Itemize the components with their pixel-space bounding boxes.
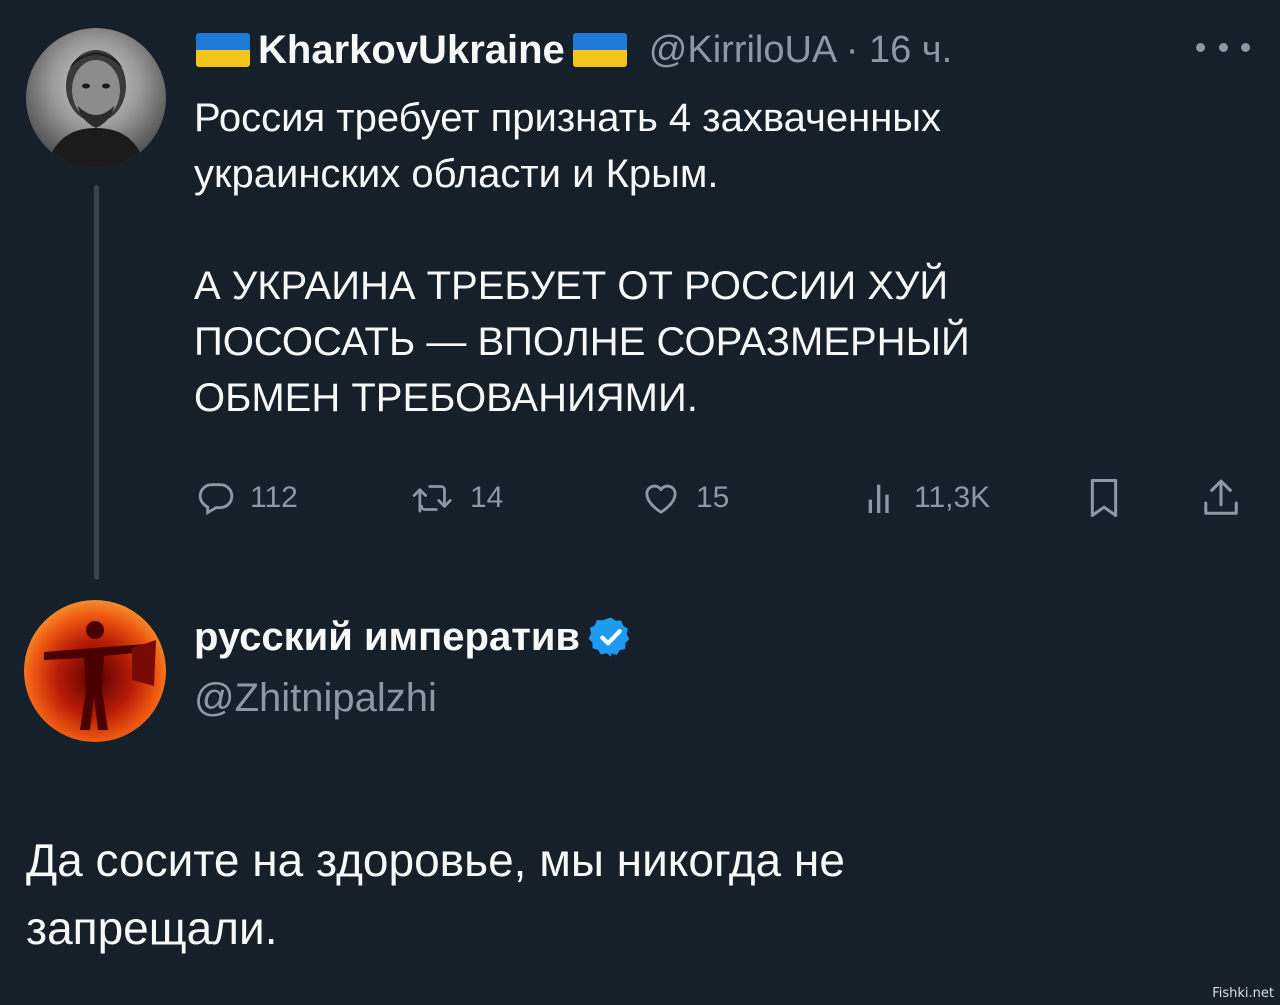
bookmark-icon bbox=[1090, 479, 1118, 517]
reply-button[interactable]: 112 bbox=[196, 470, 298, 526]
reply-text-line: запрещали. bbox=[26, 902, 278, 954]
figure-in-flames-image bbox=[44, 621, 156, 730]
like-button[interactable]: 15 bbox=[640, 470, 729, 526]
tweet-header: KharkovUkraine @KirriloUA · 16 ч. bbox=[196, 22, 952, 78]
reply-text: Да сосите на здоровье, мы никогда не зап… bbox=[26, 826, 1226, 962]
tweet-text: Россия требует признать 4 захваченных ук… bbox=[194, 90, 1154, 426]
share-button[interactable] bbox=[1200, 470, 1242, 526]
author-handle[interactable]: @KirriloUA · 16 ч. bbox=[649, 29, 952, 72]
tweet-text-line: украинских области и Крым. bbox=[194, 152, 719, 196]
like-count: 15 bbox=[696, 481, 730, 514]
tweet-text-line: ПОСОСАТЬ — ВПОЛНЕ СОРАЗМЕРНЫЙ bbox=[194, 320, 970, 364]
reply-icon bbox=[198, 483, 234, 516]
reply-count: 112 bbox=[250, 481, 298, 514]
reply-text-line: Да сосите на здоровье, мы никогда не bbox=[26, 834, 845, 886]
tweet-text-line: А УКРАИНА ТРЕБУЕТ ОТ РОССИИ ХУЙ bbox=[194, 264, 949, 308]
views-button[interactable]: 11,3K bbox=[864, 470, 990, 526]
reply-author-handle[interactable]: @Zhitnipalzhi bbox=[194, 676, 437, 721]
bookmark-button[interactable] bbox=[1084, 470, 1124, 526]
views-analytics-icon bbox=[868, 484, 889, 513]
author-avatar[interactable] bbox=[26, 28, 166, 168]
retweet-button[interactable]: 14 bbox=[410, 470, 503, 526]
ukraine-flag-icon bbox=[572, 33, 627, 67]
reply-author-name-row: русский императив bbox=[194, 614, 634, 660]
watermark: Fishki.net bbox=[1212, 986, 1274, 1001]
tweet-text-line: ОБМЕН ТРЕБОВАНИЯМИ. bbox=[194, 376, 698, 420]
author-name[interactable]: KharkovUkraine bbox=[258, 28, 565, 73]
reply-author-avatar[interactable] bbox=[24, 600, 166, 742]
verified-badge-icon bbox=[588, 617, 630, 657]
ukraine-flag-icon bbox=[196, 33, 250, 67]
retweet-icon bbox=[412, 485, 452, 513]
tweet-action-bar: 112 14 15 11,3K bbox=[196, 470, 1256, 526]
more-options-icon[interactable] bbox=[1196, 30, 1250, 64]
heart-icon bbox=[645, 484, 677, 514]
tweet-timestamp: 16 ч. bbox=[868, 28, 953, 71]
portrait-image bbox=[46, 50, 146, 168]
reply-author-name[interactable]: русский императив bbox=[194, 615, 580, 660]
share-icon bbox=[1204, 479, 1238, 515]
tweet-text-line: Россия требует признать 4 захваченных bbox=[194, 96, 942, 140]
thread-connector-line bbox=[94, 185, 99, 580]
retweet-count: 14 bbox=[470, 481, 504, 514]
views-count: 11,3K bbox=[914, 481, 991, 514]
